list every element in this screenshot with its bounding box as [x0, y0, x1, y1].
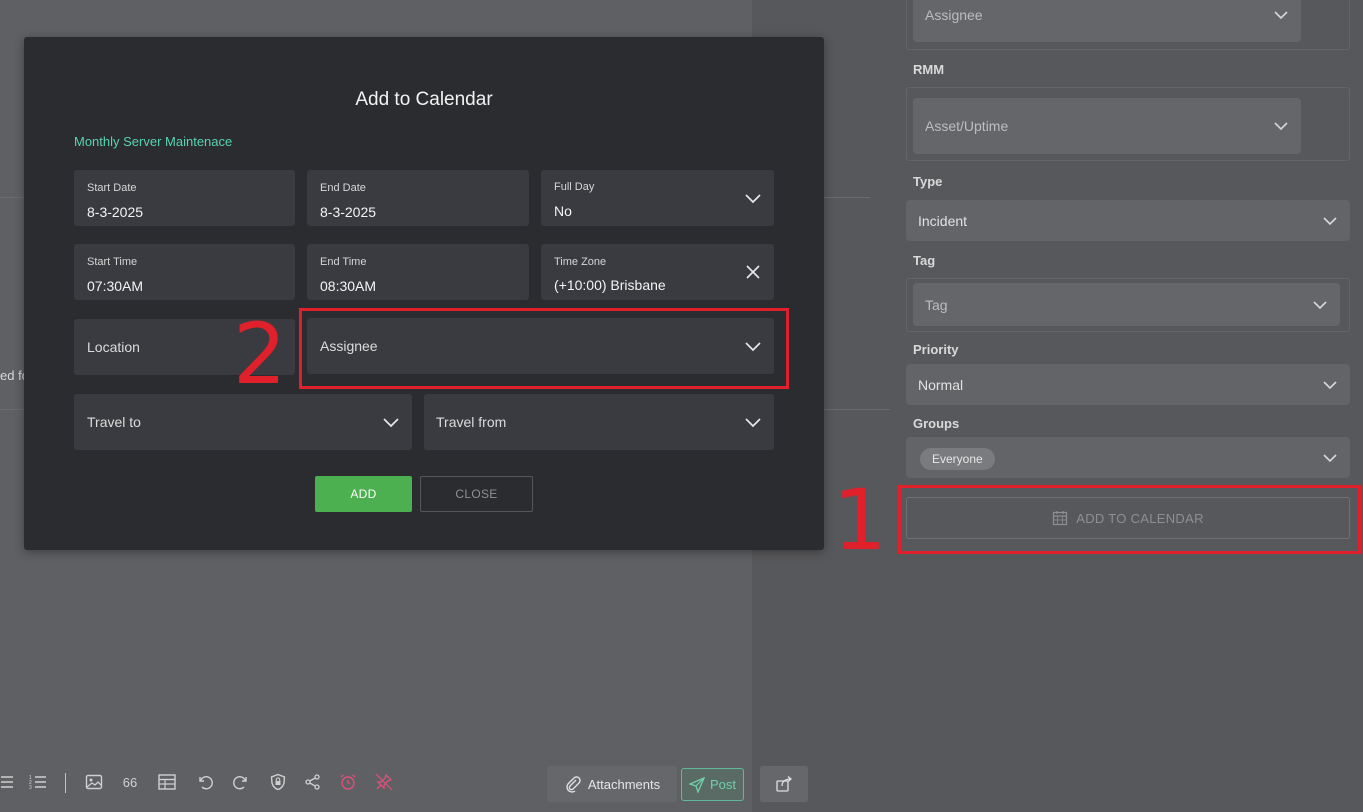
type-select[interactable]: Incident [906, 200, 1350, 241]
rmm-label: RMM [913, 62, 945, 77]
dialog-title: Add to Calendar [355, 89, 493, 110]
time-zone-value: (+10:00) Brisbane [554, 277, 666, 293]
end-date-value: 8-3-2025 [320, 204, 377, 220]
tag-label: Tag [913, 253, 936, 268]
type-label: Type [913, 174, 943, 189]
chevron-down-icon [1322, 450, 1338, 466]
start-time-label: Start Time [87, 256, 138, 268]
rmm-asset-placeholder: Asset/Uptime [925, 118, 1009, 134]
chevron-down-icon [382, 413, 400, 431]
chevron-down-icon [744, 413, 762, 431]
share-button[interactable] [760, 766, 808, 802]
group-chip-everyone[interactable]: Everyone [920, 447, 995, 470]
type-select-value: Incident [918, 212, 968, 229]
time-zone-label: Time Zone [554, 256, 607, 268]
start-date-field[interactable]: Start Date 8-3-2025 [74, 170, 295, 226]
redo-icon[interactable] [231, 772, 251, 792]
travel-from-select[interactable]: Travel from [424, 394, 774, 450]
attachments-label: Attachments [587, 776, 661, 792]
priority-select[interactable]: Normal [906, 364, 1350, 405]
chevron-down-icon [1322, 213, 1338, 229]
end-date-field[interactable]: End Date 8-3-2025 [307, 170, 529, 226]
priority-select-value: Normal [918, 376, 964, 393]
start-time-field[interactable]: Start Time 07:30AM [74, 244, 295, 300]
end-date-label: End Date [320, 182, 366, 194]
shield-icon[interactable] [268, 772, 288, 792]
chevron-down-icon [744, 189, 762, 207]
full-day-label: Full Day [554, 181, 595, 193]
start-time-value: 07:30AM [87, 278, 144, 294]
tag-select[interactable]: Tag [913, 283, 1340, 326]
annotation-number-1: 1 [833, 471, 887, 569]
alarm-icon[interactable] [338, 772, 358, 792]
time-zone-select[interactable]: Time Zone (+10:00) Brisbane [541, 244, 774, 300]
assignee-select-placeholder: Assignee [925, 7, 983, 23]
annotation-highlight-2 [299, 308, 789, 389]
groups-label: Groups [913, 416, 960, 431]
end-time-value: 08:30AM [320, 278, 377, 294]
bullet-list-icon[interactable] [0, 772, 20, 792]
image-icon[interactable] [84, 772, 104, 792]
quote-icon[interactable]: 66 [119, 772, 141, 792]
start-date-label: Start Date [87, 182, 137, 194]
travel-to-placeholder: Travel to [87, 414, 141, 430]
send-icon [688, 776, 705, 793]
close-button[interactable]: CLOSE [420, 476, 533, 512]
rmm-asset-select[interactable]: Asset/Uptime [913, 98, 1301, 154]
clear-icon[interactable] [744, 263, 762, 281]
end-time-field[interactable]: End Time 08:30AM [307, 244, 529, 300]
svg-text:3: 3 [29, 785, 32, 791]
share-nodes-icon[interactable] [303, 772, 323, 792]
attachments-button[interactable]: Attachments [547, 766, 677, 802]
paperclip-icon [564, 775, 582, 793]
undo-icon[interactable] [195, 772, 215, 792]
chevron-down-icon [1273, 7, 1289, 23]
assignee-select[interactable]: Assignee [913, 0, 1301, 42]
numbered-list-icon[interactable]: 123 [28, 772, 48, 792]
full-day-select[interactable]: Full Day No [541, 170, 774, 226]
event-name: Monthly Server Maintenace [74, 134, 233, 149]
end-time-label: End Time [320, 256, 367, 268]
pin-off-icon[interactable] [374, 772, 394, 792]
chevron-down-icon [1312, 297, 1328, 313]
chevron-down-icon [1322, 377, 1338, 393]
post-label: Post [709, 777, 736, 792]
location-placeholder: Location [87, 339, 140, 355]
add-button[interactable]: ADD [315, 476, 412, 512]
toolbar-separator [65, 773, 66, 793]
annotation-highlight-1 [898, 485, 1361, 554]
share-out-icon [775, 775, 793, 793]
annotation-number-2: 2 [233, 305, 287, 403]
priority-label: Priority [913, 342, 959, 357]
chevron-down-icon [1273, 118, 1289, 134]
post-button[interactable]: Post [681, 768, 744, 801]
groups-select[interactable]: Everyone [906, 437, 1350, 478]
travel-from-placeholder: Travel from [436, 414, 507, 430]
start-date-value: 8-3-2025 [87, 204, 144, 220]
add-to-calendar-dialog: Add to Calendar Monthly Server Maintenac… [24, 37, 824, 550]
tag-select-placeholder: Tag [925, 296, 948, 313]
full-day-value: No [554, 203, 572, 219]
table-icon[interactable] [156, 772, 178, 792]
